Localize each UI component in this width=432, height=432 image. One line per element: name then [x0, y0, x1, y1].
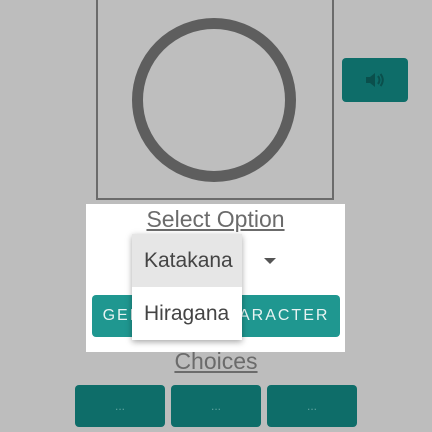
speaker-icon	[366, 73, 384, 87]
choice-button-1[interactable]: ...	[75, 385, 165, 427]
choices-label: Choices	[174, 348, 258, 374]
script-dropdown-menu: Katakana Hiragana	[132, 234, 242, 340]
select-option-label: Select Option	[146, 206, 285, 232]
play-sound-button[interactable]	[342, 58, 408, 102]
character-glyph	[132, 18, 296, 182]
dropdown-option-hiragana[interactable]: Hiragana	[132, 287, 242, 340]
caret-down-icon[interactable]	[264, 258, 276, 264]
character-display	[96, 0, 334, 200]
choice-button-3[interactable]: ...	[267, 385, 357, 427]
choice-button-2[interactable]: ...	[171, 385, 261, 427]
dropdown-option-katakana[interactable]: Katakana	[132, 234, 242, 287]
